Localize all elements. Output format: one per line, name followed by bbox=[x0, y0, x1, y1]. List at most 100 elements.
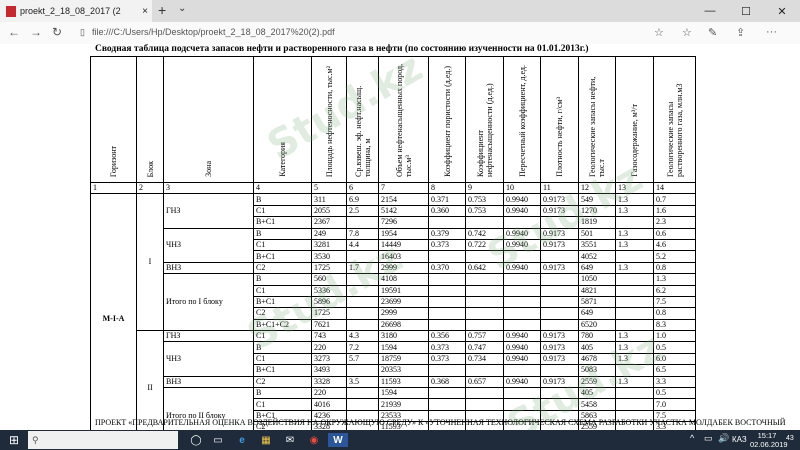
value-cell bbox=[615, 216, 654, 229]
value-cell: 20353 bbox=[378, 364, 429, 377]
category-cell: C1 bbox=[253, 284, 312, 297]
network-icon[interactable]: ▭ bbox=[704, 433, 713, 444]
value-cell: 0.379 bbox=[428, 227, 466, 240]
word-icon[interactable]: W bbox=[328, 433, 348, 447]
tray-expand-icon[interactable]: ^ bbox=[690, 433, 694, 443]
value-cell: 1594 bbox=[378, 341, 429, 354]
favorite-icon[interactable]: ☆ bbox=[654, 26, 664, 39]
value-cell: 7.2 bbox=[346, 341, 379, 354]
value-cell: 1.3 bbox=[615, 330, 654, 343]
value-cell bbox=[428, 250, 466, 263]
cortana-icon[interactable]: ◯ bbox=[186, 433, 206, 447]
value-cell: 220 bbox=[311, 387, 347, 400]
refresh-button[interactable]: ↻ bbox=[52, 25, 62, 39]
value-cell: 0.356 bbox=[428, 330, 466, 343]
value-cell bbox=[615, 273, 654, 286]
column-number: 9 bbox=[465, 181, 504, 195]
value-cell bbox=[503, 398, 541, 411]
value-cell bbox=[540, 398, 579, 411]
value-cell: 0.373 bbox=[428, 238, 466, 252]
header-cell: Объем нефтенасыщенных пород, тыс.м³ bbox=[378, 56, 429, 183]
header-label: Плотность нефти, г/см³ bbox=[555, 97, 564, 177]
value-cell: 0.9940 bbox=[503, 238, 541, 252]
value-cell: 5.2 bbox=[653, 250, 696, 263]
tab-dropdown-icon[interactable]: ⌄ bbox=[178, 3, 186, 14]
value-cell: 0.9173 bbox=[540, 227, 579, 240]
value-cell bbox=[465, 284, 504, 297]
value-cell bbox=[465, 364, 504, 377]
value-cell: 0.9940 bbox=[503, 375, 541, 389]
value-cell: 7296 bbox=[378, 216, 429, 229]
column-number: 10 bbox=[503, 181, 541, 195]
tab-close-icon[interactable]: × bbox=[138, 6, 152, 17]
file-icon: ▯ bbox=[80, 27, 85, 37]
page-footer: ПРОЕКТ «ПРЕДВАРИТЕЛЬНАЯ ОЦЕНКА ВОЗДЕЙСТВ… bbox=[95, 418, 786, 427]
clock[interactable]: 15:17 02.06.2019 bbox=[750, 431, 788, 449]
value-cell: 2.5 bbox=[346, 204, 379, 218]
chrome-icon[interactable]: ◉ bbox=[304, 433, 324, 447]
zone-cell: ГНЗ bbox=[163, 330, 254, 343]
forward-button[interactable]: → bbox=[30, 25, 42, 39]
explorer-icon[interactable]: ▦ bbox=[256, 433, 276, 447]
notes-icon[interactable]: ✎ bbox=[708, 26, 717, 39]
more-icon[interactable]: ··· bbox=[766, 26, 777, 38]
volume-icon[interactable]: 🔊 bbox=[718, 433, 729, 444]
address-bar: ← → ↻ ▯ file:///C:/Users/Hp/Desktop/proe… bbox=[0, 22, 800, 45]
header-cell: Газосодержание, м³/т bbox=[615, 56, 654, 183]
new-tab-button[interactable]: + bbox=[158, 2, 166, 18]
search-box[interactable]: ⚲ bbox=[28, 431, 178, 449]
mail-icon[interactable]: ✉ bbox=[280, 433, 300, 447]
header-cell: Горизонт bbox=[90, 56, 137, 183]
value-cell: 0.373 bbox=[428, 352, 466, 366]
language-indicator[interactable]: КАЗ bbox=[732, 435, 747, 444]
value-cell: 5083 bbox=[578, 364, 616, 377]
header-label: Блок bbox=[145, 160, 155, 177]
value-cell: 560 bbox=[311, 273, 347, 286]
url-field[interactable]: file:///C:/Users/Hp/Desktop/proekt_2_18_… bbox=[92, 27, 335, 37]
header-label: Пересчетный коэффициент, д.ед. bbox=[517, 65, 527, 177]
column-number: 2 bbox=[136, 181, 164, 195]
browser-tab[interactable]: proekt_2_18_08_2017 (2 × bbox=[0, 0, 152, 22]
value-cell: 14449 bbox=[378, 238, 429, 252]
minimize-button[interactable]: — bbox=[692, 0, 728, 22]
edge-icon[interactable]: e bbox=[232, 433, 252, 447]
value-cell: 1594 bbox=[378, 387, 429, 400]
task-view-icon[interactable]: ▭ bbox=[208, 433, 228, 447]
value-cell bbox=[615, 398, 654, 411]
zone-cell: ЧНЗ bbox=[163, 227, 254, 263]
category-cell: B bbox=[253, 193, 312, 206]
value-cell: 7.8 bbox=[346, 227, 379, 240]
close-button[interactable]: ✕ bbox=[764, 0, 800, 22]
value-cell bbox=[503, 250, 541, 263]
value-cell: 0.734 bbox=[465, 352, 504, 366]
value-cell: 5458 bbox=[578, 398, 616, 411]
value-cell: 4052 bbox=[578, 250, 616, 263]
value-cell: 5.7 bbox=[346, 352, 379, 366]
start-button[interactable]: ⊞ bbox=[6, 433, 22, 447]
share-icon[interactable]: ⇪ bbox=[736, 26, 745, 39]
category-cell: C1 bbox=[253, 204, 312, 218]
header-cell: Блок bbox=[136, 56, 164, 183]
value-cell: 6.2 bbox=[653, 284, 696, 297]
value-cell: 2999 bbox=[378, 261, 429, 275]
value-cell bbox=[428, 284, 466, 297]
notification-badge[interactable]: 43 bbox=[786, 435, 794, 442]
back-button[interactable]: ← bbox=[8, 25, 20, 39]
header-cell: Пересчетный коэффициент, д.ед. bbox=[503, 56, 541, 183]
value-cell: 0.9940 bbox=[503, 330, 541, 343]
maximize-button[interactable]: ☐ bbox=[728, 0, 764, 22]
table-header-row: Горизонт Блок Зона Категория Площадь нефтено… bbox=[90, 56, 696, 183]
column-number: 3 bbox=[163, 181, 254, 195]
value-cell bbox=[465, 387, 504, 400]
value-cell: 3328 bbox=[311, 375, 347, 389]
clock-date: 02.06.2019 bbox=[750, 440, 788, 449]
document-title: Сводная таблица подсчета запасов нефти и… bbox=[95, 44, 589, 54]
value-cell bbox=[615, 284, 654, 297]
pdf-viewer[interactable]: Сводная таблица подсчета запасов нефти и… bbox=[0, 44, 800, 430]
value-cell: 0.9173 bbox=[540, 375, 579, 389]
value-cell: 249 bbox=[311, 227, 347, 240]
value-cell: 649 bbox=[578, 307, 616, 320]
table-row: ВНЗ C2 1725 1.7 2999 0.370 0.642 0.9940 0.9173 64… bbox=[91, 261, 696, 275]
zone-cell: Итого по І блоку bbox=[163, 273, 254, 332]
collections-icon[interactable]: ☆ bbox=[682, 26, 692, 39]
